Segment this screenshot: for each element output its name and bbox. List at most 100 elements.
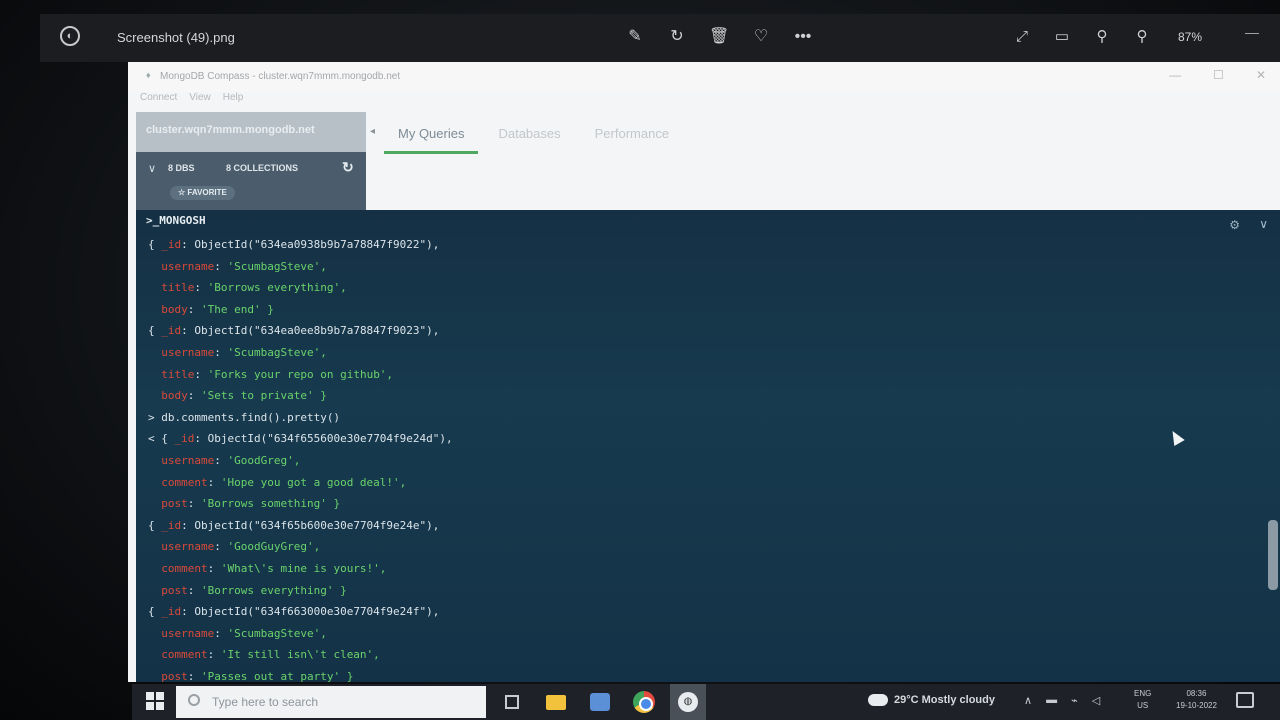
search-placeholder: Type here to search — [212, 695, 319, 709]
edit-icon[interactable]: ✎ — [625, 26, 645, 48]
rotate-icon[interactable]: ↻ — [667, 26, 687, 48]
more-icon[interactable]: ••• — [793, 26, 813, 48]
clock[interactable]: 08:36 19-10-2022 — [1176, 688, 1217, 712]
task-view-icon — [505, 695, 519, 709]
shell-line: post: 'Passes out at party' } — [148, 666, 1248, 682]
shell-value: ObjectId("634f663000e30e7704f9e24f"), — [194, 605, 440, 619]
shell-line-prefix — [148, 670, 161, 682]
clock-date: 19-10-2022 — [1176, 701, 1217, 710]
shell-value: 'ScumbagSteve', — [227, 259, 327, 273]
fullscreen-icon[interactable]: ⤢ — [1012, 26, 1032, 48]
compass-window: ♦ MongoDB Compass - cluster.wqn7mmm.mong… — [128, 62, 1280, 682]
weather-widget[interactable]: 29°C Mostly cloudy — [868, 694, 995, 706]
shell-line: comment: 'It still isn\'t clean', — [148, 644, 1248, 666]
zoom-level[interactable]: 87% — [1178, 30, 1202, 44]
gear-icon[interactable]: ⚙ — [1229, 218, 1240, 232]
battery-icon[interactable]: ▬ — [1046, 694, 1057, 707]
window-title: MongoDB Compass - cluster.wqn7mmm.mongod… — [160, 71, 401, 82]
favorite-icon[interactable]: ♡ — [751, 26, 771, 48]
app-button[interactable] — [582, 684, 618, 720]
shell-value: 'The end' } — [201, 302, 274, 316]
window-controls: — ☐ ✕ — [1169, 68, 1266, 82]
file-explorer-button[interactable] — [538, 684, 574, 720]
shell-value: ObjectId("634ea0ee8b9b7a78847f9023"), — [194, 324, 440, 338]
mongosh-shell[interactable]: >_MONGOSH ⚙ ∨ { _id: ObjectId("634ea0938… — [136, 210, 1280, 682]
dbs-count: 8 DBS — [168, 163, 195, 173]
shell-value: 'GoodGreg', — [227, 453, 301, 467]
shell-line: comment: 'Hope you got a good deal!', — [148, 472, 1248, 494]
shell-value: ObjectId("634ea0938b9b7a78847f9022"), — [194, 238, 440, 251]
menu-connect[interactable]: Connect — [140, 92, 177, 103]
shell-line-prefix — [148, 562, 161, 575]
minimize-icon[interactable]: — — [1245, 24, 1259, 40]
shell-output[interactable]: { _id: ObjectId("634ea0938b9b7a78847f902… — [148, 234, 1248, 682]
menu-help[interactable]: Help — [223, 92, 244, 103]
folder-icon — [546, 694, 566, 710]
sidebar-collapse-icon[interactable]: ◂ — [370, 126, 375, 137]
shell-value: ObjectId("634f65b600e30e7704f9e24e"), — [194, 518, 440, 532]
shell-value: 'Borrows everything' } — [201, 583, 347, 597]
shell-line-prefix: > — [148, 410, 162, 424]
network-icon[interactable]: ⌁ — [1071, 694, 1078, 707]
shell-colon: : — [214, 345, 228, 359]
shell-line: title: 'Forks your repo on github', — [148, 364, 1248, 386]
zoom-in-icon[interactable]: ⚲ — [1132, 26, 1152, 48]
menu-view[interactable]: View — [189, 92, 211, 103]
shell-line-prefix: { — [148, 238, 162, 251]
shell-colon: : — [187, 583, 201, 597]
maximize-window-icon[interactable]: ☐ — [1213, 68, 1224, 82]
chevron-up-icon[interactable]: ∧ — [1024, 694, 1032, 707]
language-indicator[interactable]: ENG US — [1134, 688, 1151, 712]
shell-line: username: 'GoodGuyGreg', — [148, 536, 1248, 558]
cloud-icon — [868, 694, 888, 706]
info-icon[interactable]: ▭ — [1052, 26, 1072, 48]
shell-value: ObjectId("634f655600e30e7704f9e24d"), — [207, 432, 453, 446]
zoom-out-icon[interactable]: ⚲ — [1092, 26, 1112, 48]
shell-key: post — [161, 669, 188, 682]
menubar: Connect View Help — [140, 92, 243, 103]
chrome-button[interactable] — [626, 684, 662, 720]
shell-value: 'ScumbagSteve', — [227, 345, 327, 359]
shell-line: > db.comments.find().pretty() — [148, 407, 1248, 429]
shell-key: post — [161, 497, 188, 511]
volume-icon[interactable]: ◁ — [1092, 694, 1100, 707]
shell-colon: : — [181, 518, 195, 532]
delete-icon[interactable]: 🗑 — [709, 26, 729, 48]
shell-line: { _id: ObjectId("634ea0938b9b7a78847f902… — [148, 234, 1248, 256]
tab-databases[interactable]: Databases — [484, 120, 574, 154]
shell-colon: : — [207, 648, 221, 662]
refresh-icon[interactable]: ↻ — [342, 159, 354, 176]
shell-line: title: 'Borrows everything', — [148, 277, 1248, 299]
close-window-icon[interactable]: ✕ — [1256, 68, 1266, 82]
chevron-down-icon[interactable]: ∨ — [148, 162, 156, 175]
shell-colon: : — [214, 259, 228, 273]
shell-line-prefix — [148, 627, 161, 640]
shell-value: 'What\'s mine is yours!', — [220, 561, 387, 575]
compass-taskbar-button[interactable]: ◍ — [670, 684, 706, 720]
chevron-down-icon[interactable]: ∨ — [1259, 217, 1268, 231]
tab-my-queries[interactable]: My Queries — [384, 120, 479, 154]
notification-icon[interactable] — [1236, 692, 1254, 708]
shell-key: _id — [161, 518, 182, 532]
shell-colon: : — [194, 432, 208, 446]
shell-line-prefix — [148, 648, 161, 661]
sidebar-connection-name[interactable]: cluster.wqn7mmm.mongodb.net — [136, 112, 366, 152]
windows-start-icon[interactable] — [146, 692, 164, 710]
shell-value: 'Hope you got a good deal!', — [220, 475, 407, 489]
compass-leaf-icon: ♦ — [146, 70, 151, 80]
shell-value: 'Sets to private' } — [201, 389, 327, 403]
lang-code: ENG — [1134, 689, 1152, 698]
shell-key: username — [161, 345, 215, 359]
task-view-button[interactable] — [494, 684, 530, 720]
minimize-window-icon[interactable]: — — [1169, 68, 1181, 82]
shell-colon: : — [187, 497, 201, 511]
shell-line: body: 'Sets to private' } — [148, 385, 1248, 407]
shell-value: 'Borrows everything', — [207, 281, 347, 295]
viewer-tools: ✎ ↻ 🗑 ♡ ••• — [625, 26, 813, 48]
photo-viewer-toolbar: ◐ Screenshot (49).png ✎ ↻ 🗑 ♡ ••• ⤢ ▭ ⚲ … — [40, 14, 1280, 62]
favorite-button[interactable]: ☆ FAVORITE — [170, 186, 235, 200]
tab-performance[interactable]: Performance — [581, 120, 683, 154]
taskbar-search[interactable]: Type here to search — [176, 686, 486, 718]
shell-scrollbar[interactable] — [1268, 520, 1278, 590]
region-code: US — [1137, 701, 1149, 710]
